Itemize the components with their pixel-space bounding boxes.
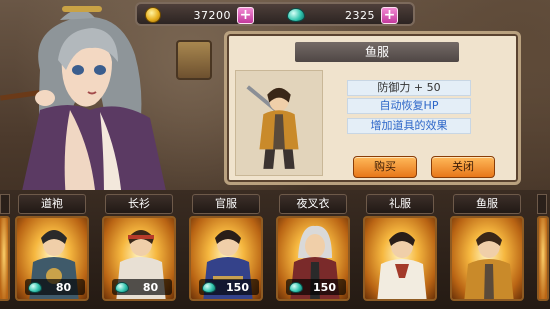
costume-thumbnail [363, 216, 437, 301]
add-gems-button[interactable]: + [381, 6, 398, 24]
buy-button[interactable]: 购买 [353, 156, 417, 178]
add-gold-button[interactable]: + [237, 6, 254, 24]
costume-name: 礼服 [366, 194, 434, 214]
costume-thumbnail: 150 [276, 216, 350, 301]
gold-counter: 37200 + [145, 6, 254, 24]
costume-price: 150 [226, 280, 249, 294]
costume-name: 夜叉衣 [279, 194, 347, 214]
costume-card-partial-left-label [0, 194, 10, 214]
costume-price-tag: 80 [25, 279, 85, 295]
gem-icon [28, 281, 42, 293]
gem-icon [289, 281, 303, 293]
costume-price: 150 [313, 280, 336, 294]
costume-name: 官服 [192, 194, 260, 214]
costume-figure [377, 232, 427, 299]
resource-bar: 37200 + 2325 + [135, 2, 415, 26]
gold-amount: 37200 [193, 8, 231, 22]
costume-card-partial-right[interactable] [537, 216, 549, 301]
costume-card[interactable]: 礼服 [361, 190, 439, 308]
costume-list: 道袍 80 长衫 80 官服 150 夜叉衣 150 礼服 鱼服 [0, 190, 550, 309]
gem-counter: 2325 + [287, 6, 398, 24]
costume-card-partial-right-label [537, 194, 547, 214]
costume-card[interactable]: 鱼服 [448, 190, 526, 308]
costume-name: 道袍 [18, 194, 86, 214]
gem-icon [115, 281, 129, 293]
costume-price-tag: 80 [112, 279, 172, 295]
costume-card[interactable]: 夜叉衣 150 [274, 190, 352, 308]
costume-price: 80 [55, 280, 72, 294]
gem-icon [287, 8, 305, 22]
stat-item-boost: 增加道具的效果 [347, 118, 471, 134]
costume-thumbnail [450, 216, 524, 301]
costume-card[interactable]: 官服 150 [187, 190, 265, 308]
gold-coin-icon [145, 7, 161, 23]
shopkeeper-portrait [0, 6, 168, 200]
item-preview [235, 70, 323, 176]
gem-amount: 2325 [345, 8, 375, 22]
costume-price-tag: 150 [286, 279, 346, 295]
item-title: 鱼服 [295, 42, 459, 62]
costume-thumbnail: 150 [189, 216, 263, 301]
costume-card[interactable]: 道袍 80 [13, 190, 91, 308]
costume-name: 鱼服 [453, 194, 521, 214]
stat-hp-regen: 自动恢复HP [347, 98, 471, 114]
costume-figure [464, 232, 514, 299]
costume-card-partial-left[interactable] [0, 216, 10, 301]
costume-thumbnail: 80 [15, 216, 89, 301]
costume-name: 长衫 [105, 194, 173, 214]
costume-card[interactable]: 长衫 80 [100, 190, 178, 308]
gem-icon [202, 281, 216, 293]
costume-price-tag: 150 [199, 279, 259, 295]
costume-thumbnail: 80 [102, 216, 176, 301]
stat-defense: 防御力 + 50 [347, 80, 471, 96]
close-button[interactable]: 关闭 [431, 156, 495, 178]
item-detail-panel: 鱼服 防御力 + 50 自动恢复HP 增加道具的效果 购买 关闭 [224, 31, 521, 185]
costume-preview-figure [246, 85, 299, 169]
costume-price: 80 [142, 280, 159, 294]
